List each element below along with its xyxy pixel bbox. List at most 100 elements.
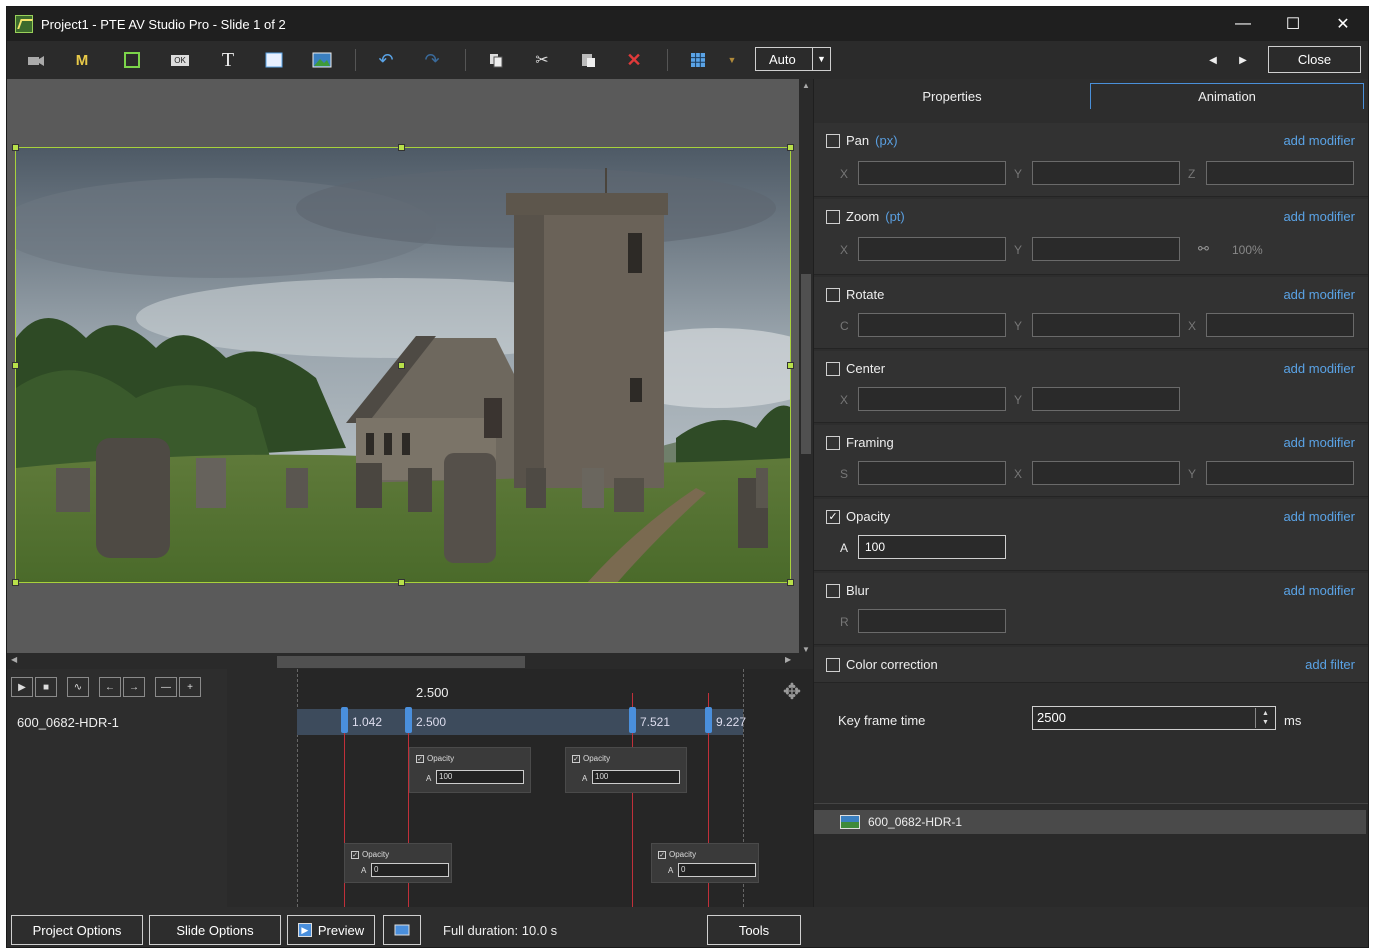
spin-up-icon[interactable]: ▲ <box>1262 709 1269 718</box>
pan-y-input[interactable] <box>1032 161 1180 185</box>
canvas-horizontal-scrollbar[interactable]: ◀ ▶ <box>7 653 813 669</box>
keyframe-marker[interactable] <box>341 707 348 733</box>
slide-options-button[interactable]: Slide Options <box>149 915 281 945</box>
tools-button[interactable]: Tools <box>707 915 801 945</box>
color-correction-checkbox[interactable] <box>826 657 840 672</box>
minimize-button[interactable]: — <box>1218 7 1268 41</box>
button-icon[interactable]: OK <box>167 47 193 73</box>
zoom-checkbox[interactable] <box>826 209 840 224</box>
add-filter-link[interactable]: add filter <box>1305 657 1355 672</box>
center-y-input[interactable] <box>1032 387 1180 411</box>
maximize-button[interactable]: ☐ <box>1268 7 1318 41</box>
scroll-up-icon[interactable]: ▲ <box>799 81 813 93</box>
center-x-input[interactable] <box>858 387 1006 411</box>
next-slide-icon[interactable]: ▶ <box>1235 51 1251 69</box>
rotate-y-input[interactable] <box>1032 313 1180 337</box>
keyframe-opacity-input[interactable]: 0 <box>371 863 449 877</box>
play-icon[interactable]: ▶ <box>11 677 33 697</box>
timeline-track-name[interactable]: 600_0682-HDR-1 <box>17 715 119 730</box>
screen-icon[interactable] <box>383 915 421 945</box>
center-add-modifier-link[interactable]: add modifier <box>1283 361 1355 376</box>
mask-icon[interactable]: M <box>69 47 95 73</box>
blur-checkbox[interactable] <box>826 583 840 598</box>
zoom-in-icon[interactable]: + <box>179 677 201 697</box>
framing-y-input[interactable] <box>1206 461 1354 485</box>
keyframe-checkbox[interactable]: ✓ <box>572 754 580 763</box>
tab-animation[interactable]: Animation <box>1090 83 1364 109</box>
preview-button[interactable]: ▶ Preview <box>287 915 375 945</box>
framing-x-input[interactable] <box>1032 461 1180 485</box>
rotate-checkbox[interactable] <box>826 287 840 302</box>
framing-s-input[interactable] <box>858 461 1006 485</box>
blur-r-input[interactable] <box>858 609 1006 633</box>
arrow-left-icon[interactable]: ← <box>99 677 121 697</box>
cut-icon[interactable]: ✂ <box>529 47 555 73</box>
keyframe-card[interactable]: ✓ Opacity A 0 <box>651 843 759 883</box>
keyframe-card[interactable]: ✓ Opacity A 0 <box>344 843 452 883</box>
undo-icon[interactable]: ↶ <box>373 47 399 73</box>
image-icon[interactable] <box>309 47 335 73</box>
keyframe-opacity-input[interactable]: 0 <box>678 863 756 877</box>
keyframe-checkbox[interactable]: ✓ <box>416 754 424 763</box>
tab-properties[interactable]: Properties <box>814 83 1090 109</box>
pan-add-modifier-link[interactable]: add modifier <box>1283 133 1355 148</box>
resize-handle[interactable] <box>398 579 405 586</box>
close-button[interactable]: Close <box>1268 46 1361 73</box>
opacity-add-modifier-link[interactable]: add modifier <box>1283 509 1355 524</box>
vertical-scroll-thumb[interactable] <box>801 274 811 454</box>
keyframe-opacity-input[interactable]: 100 <box>436 770 524 784</box>
move-icon[interactable]: ✥ <box>777 679 807 709</box>
zoom-select[interactable]: Auto ▼ <box>755 47 831 71</box>
close-window-button[interactable]: ✕ <box>1318 7 1368 41</box>
grid-icon[interactable] <box>685 47 711 73</box>
pan-checkbox[interactable] <box>826 133 840 148</box>
keyframe-card[interactable]: ✓ Opacity A 100 <box>409 747 531 793</box>
zoom-add-modifier-link[interactable]: add modifier <box>1283 209 1355 224</box>
text-icon[interactable]: T <box>215 47 241 73</box>
keyframe-marker[interactable] <box>705 707 712 733</box>
spin-down-icon[interactable]: ▼ <box>1262 718 1269 727</box>
link-icon[interactable]: ⚯ <box>1198 241 1209 257</box>
object-list-item[interactable]: 600_0682-HDR-1 <box>814 810 1366 834</box>
keyframe-checkbox[interactable]: ✓ <box>658 850 666 859</box>
canvas-vertical-scrollbar[interactable]: ▲ ▼ <box>799 79 813 659</box>
resize-handle[interactable] <box>787 144 794 151</box>
scroll-right-icon[interactable]: ▶ <box>785 655 791 664</box>
rotate-add-modifier-link[interactable]: add modifier <box>1283 287 1355 302</box>
arrow-right-icon[interactable]: → <box>123 677 145 697</box>
opacity-a-input[interactable]: 100 <box>858 535 1006 559</box>
redo-icon[interactable]: ↷ <box>419 47 445 73</box>
horizontal-scroll-thumb[interactable] <box>277 656 525 668</box>
scroll-left-icon[interactable]: ◀ <box>11 655 17 664</box>
blur-add-modifier-link[interactable]: add modifier <box>1283 583 1355 598</box>
waveform-icon[interactable]: ∿ <box>67 677 89 697</box>
previous-slide-icon[interactable]: ◀ <box>1205 51 1221 69</box>
frame-icon[interactable] <box>119 47 145 73</box>
project-options-button[interactable]: Project Options <box>11 915 143 945</box>
copy-icon[interactable] <box>483 47 509 73</box>
resize-handle[interactable] <box>787 362 794 369</box>
framing-add-modifier-link[interactable]: add modifier <box>1283 435 1355 450</box>
stop-icon[interactable]: ■ <box>35 677 57 697</box>
resize-handle[interactable] <box>398 144 405 151</box>
resize-handle[interactable] <box>12 362 19 369</box>
pan-x-input[interactable] <box>858 161 1006 185</box>
keyframe-opacity-input[interactable]: 100 <box>592 770 680 784</box>
keyframe-marker[interactable] <box>405 707 412 733</box>
rotate-x-input[interactable] <box>1206 313 1354 337</box>
keyframe-time-spinner[interactable]: ▲ ▼ <box>1255 708 1275 728</box>
paste-icon[interactable] <box>575 47 601 73</box>
framing-checkbox[interactable] <box>826 435 840 450</box>
resize-handle[interactable] <box>787 579 794 586</box>
center-checkbox[interactable] <box>826 361 840 376</box>
zoom-x-input[interactable] <box>858 237 1006 261</box>
pan-z-input[interactable] <box>1206 161 1354 185</box>
center-handle[interactable] <box>398 362 405 369</box>
resize-handle[interactable] <box>12 579 19 586</box>
delete-icon[interactable]: ✕ <box>621 47 647 73</box>
keyframe-time-input[interactable]: 2500 <box>1032 706 1276 730</box>
resize-handle[interactable] <box>12 144 19 151</box>
rotate-c-input[interactable] <box>858 313 1006 337</box>
grid-dropdown-icon[interactable]: ▼ <box>719 47 745 73</box>
camera-icon[interactable] <box>23 47 49 73</box>
